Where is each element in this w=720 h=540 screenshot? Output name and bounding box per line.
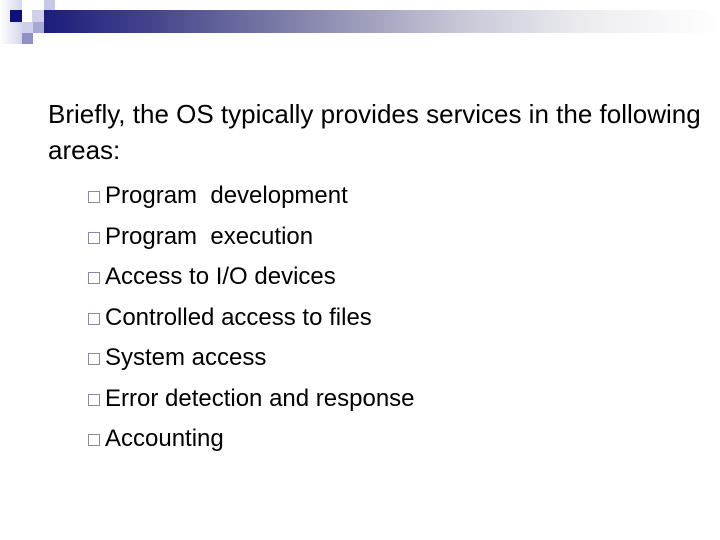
- list-item: Access to I/O devices: [88, 257, 708, 298]
- list-item: Accounting: [88, 419, 708, 460]
- decor-square-lavender-2: [33, 22, 44, 33]
- decor-square-dark: [10, 10, 22, 22]
- list-item-label: System access: [105, 344, 267, 371]
- list-item-label: Program execution: [105, 222, 314, 250]
- hollow-square-bullet-icon: [88, 312, 100, 325]
- decor-square-light-left: [0, 0, 22, 44]
- decor-square-bottom: [22, 33, 33, 44]
- header-gradient-bar: [44, 10, 720, 33]
- list-item: Program development: [88, 176, 708, 217]
- list-item: Program execution: [88, 217, 708, 258]
- list-item: Error detection and response: [88, 379, 708, 420]
- slide-content: Briefly, the OS typically provides servi…: [48, 96, 708, 460]
- slide-intro-text: Briefly, the OS typically provides servi…: [48, 99, 701, 165]
- list-item-label: Accounting: [105, 425, 224, 452]
- decor-square-light-mid: [32, 10, 44, 22]
- decor-square-lavender-1: [22, 22, 33, 33]
- list-item: Controlled access to files: [88, 298, 708, 339]
- list-item-label: Error detection and response: [105, 384, 415, 412]
- header-decoration: [0, 0, 720, 50]
- list-item-label: Program development: [105, 182, 348, 209]
- hollow-square-bullet-icon: [88, 434, 100, 447]
- hollow-square-bullet-icon: [88, 272, 100, 285]
- list-item-label: Controlled access to files: [105, 303, 372, 331]
- hollow-square-bullet-icon: [88, 353, 100, 366]
- list-item-label: Access to I/O devices: [105, 263, 336, 290]
- list-item: System access: [88, 338, 708, 379]
- bullet-list: Program development Program execution Ac…: [48, 176, 708, 460]
- hollow-square-bullet-icon: [88, 191, 100, 204]
- hollow-square-bullet-icon: [88, 231, 100, 244]
- hollow-square-bullet-icon: [88, 393, 100, 406]
- decor-square-top-right: [44, 0, 55, 10]
